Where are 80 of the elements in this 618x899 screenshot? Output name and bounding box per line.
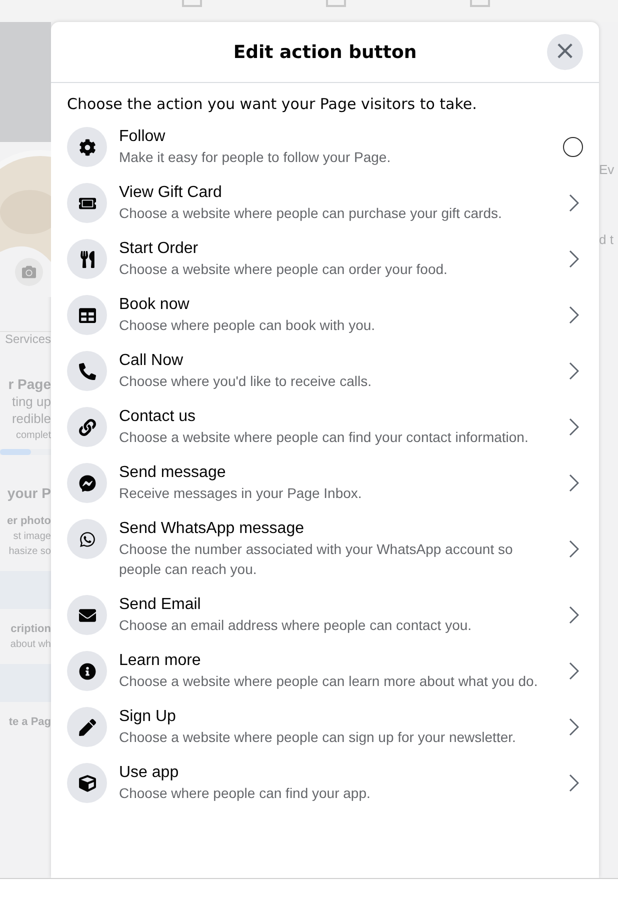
background-text: redible	[10, 411, 51, 426]
option-description: Choose a website where people can learn more about what you do.	[119, 672, 539, 691]
option-description: Choose where people can book with you.	[119, 316, 376, 335]
nav-icon[interactable]	[468, 0, 492, 8]
background-text: r Page	[7, 376, 51, 392]
action-option[interactable]: Send message Receive messages in your Page Inbox.	[51, 455, 599, 511]
background-text: complet	[14, 430, 51, 441]
chevron-icon	[569, 540, 579, 558]
option-description: Choose a website where people can purchase your gift cards.	[119, 204, 503, 223]
dialog-instructions: Choose the action you want your Page visitors to take.	[67, 94, 478, 115]
option-description: Choose the number associated with your WhatsApp account so people can reach you.	[119, 540, 514, 579]
option-description: Choose an email address where people can contact you.	[119, 616, 473, 635]
close-button[interactable]: ×	[547, 34, 583, 70]
option-title: Contact us	[119, 407, 196, 427]
chevron-icon	[569, 718, 579, 736]
option-title: Send WhatsApp message	[119, 519, 305, 539]
option-title: Sign Up	[119, 707, 177, 727]
option-title: Call Now	[119, 351, 184, 371]
background-text: er photo	[6, 515, 51, 527]
action-option[interactable]: Send Email Choose an email address where people can contact you.	[51, 587, 599, 643]
chevron-icon	[569, 774, 579, 792]
chevron-icon	[569, 250, 579, 268]
background-text: st image	[12, 531, 51, 542]
option-title: Start Order	[119, 239, 200, 259]
action-option[interactable]: Sign Up Choose a website where people can sign up for your newsletter.	[51, 699, 599, 755]
option-title: Send Email	[119, 595, 202, 615]
calendar-icon	[67, 295, 107, 335]
pencil-icon	[67, 707, 107, 747]
background-text: d t	[599, 232, 614, 247]
chevron-icon	[569, 662, 579, 680]
option-description: Choose a website where people can find your contact information.	[119, 428, 530, 447]
option-title: View Gift Card	[119, 183, 223, 203]
action-option[interactable]: Call Now Choose where you'd like to receive calls.	[51, 343, 599, 399]
phone-icon	[67, 351, 107, 391]
option-description: Make it easy for people to follow your Page.	[119, 148, 392, 167]
action-option[interactable]: Start Order Choose a website where people can order your food.	[51, 231, 599, 287]
background-text: ting up	[10, 394, 51, 409]
chevron-icon	[569, 306, 579, 324]
background-text: hasize so	[8, 546, 51, 557]
action-option[interactable]: View Gift Card Choose a website where people can purchase your gift cards.	[51, 175, 599, 231]
utensils-icon	[67, 239, 107, 279]
background-text: cription	[10, 623, 51, 635]
nav-icon[interactable]	[324, 0, 348, 8]
chevron-icon	[569, 474, 579, 492]
envelope-icon	[67, 595, 107, 635]
option-description: Choose where people can find your app.	[119, 784, 372, 803]
background-text: your P	[6, 485, 51, 501]
chevron-icon	[569, 194, 579, 212]
chevron-icon	[569, 418, 579, 436]
dialog-title: Edit action button	[233, 42, 417, 62]
action-option[interactable]: Book now Choose where people can book with you.	[51, 287, 599, 343]
action-option[interactable]: Send WhatsApp message Choose the number associated with your WhatsApp account so people can reach you.	[51, 511, 599, 587]
option-title: Follow	[119, 127, 166, 147]
info-icon	[67, 651, 107, 691]
option-description: Receive messages in your Page Inbox.	[119, 484, 363, 503]
option-title: Learn more	[119, 651, 202, 671]
action-option[interactable]: Contact us Choose a website where people can find your contact information.	[51, 399, 599, 455]
link-icon	[67, 407, 107, 447]
cube-icon	[67, 763, 107, 803]
action-option[interactable]: Follow Make it easy for people to follow your Page.	[51, 119, 599, 175]
ticket-icon	[67, 183, 107, 223]
option-title: Book now	[119, 295, 190, 315]
background-text: about wh	[9, 639, 51, 650]
action-option[interactable]: Use app Choose where people can find your app.	[51, 755, 599, 811]
option-title: Use app	[119, 763, 180, 783]
option-title: Send message	[119, 463, 227, 483]
chat-phone-icon	[67, 519, 107, 559]
action-option[interactable]: Learn more Choose a website where people can learn more about what you do.	[51, 643, 599, 699]
chat-bubble-icon	[67, 463, 107, 503]
camera-icon	[22, 265, 36, 279]
radio-button[interactable]	[563, 137, 583, 157]
chevron-icon	[569, 606, 579, 624]
nav-icon[interactable]	[180, 0, 204, 8]
background-text: Ev	[599, 162, 614, 177]
option-description: Choose where you'd like to receive calls.	[119, 372, 372, 391]
option-description: Choose a website where people can order your food.	[119, 260, 448, 279]
option-description: Choose a website where people can sign up for your newsletter.	[119, 728, 517, 747]
gear-icon	[67, 127, 107, 167]
background-text: te a Pag	[8, 716, 51, 728]
chevron-icon	[569, 362, 579, 380]
